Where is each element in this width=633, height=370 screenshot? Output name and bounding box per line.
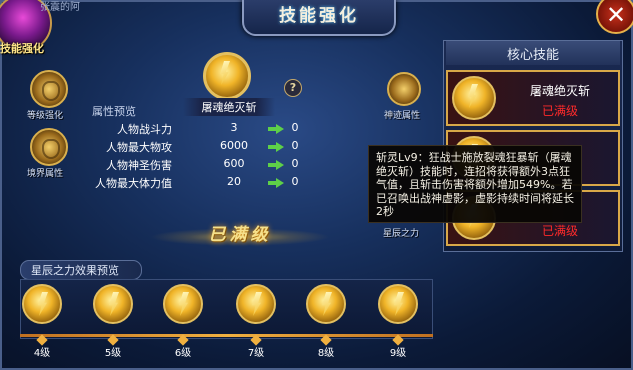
star-power-header: 星辰之力效果预览 bbox=[20, 260, 142, 280]
star-skill-icon[interactable] bbox=[378, 284, 418, 324]
core-skill-icon bbox=[452, 76, 496, 120]
stat-next: 0 bbox=[291, 121, 299, 134]
level-enhance-label[interactable]: 等级强化 bbox=[27, 108, 63, 121]
stat-row: 人物最大体力值 20 0 bbox=[95, 175, 310, 193]
star-level-label: 9级 bbox=[389, 348, 407, 359]
divine-attr-label[interactable]: 神迹属性 bbox=[384, 108, 420, 121]
core-skill-status: 已满级 bbox=[541, 224, 578, 238]
bolt-icon bbox=[179, 292, 189, 316]
star-level-label: 4级 bbox=[33, 348, 51, 359]
core-skill-name: 屠魂绝灭斩 bbox=[529, 84, 590, 98]
window-title: 技能强化 bbox=[279, 6, 359, 26]
bolt-icon bbox=[38, 292, 48, 316]
skill-tooltip: 斩灵Lv9：狂战士施放裂魂狂暴斩（屠魂绝灭斩）技能时，连招将获得额外3点狂气值，… bbox=[368, 145, 582, 223]
main-skill-name: 屠魂绝灭斩 bbox=[183, 98, 275, 116]
star-level-label: 5级 bbox=[104, 348, 122, 359]
bolt-icon bbox=[468, 84, 478, 108]
bolt-icon bbox=[394, 292, 404, 316]
stat-row: 人物最大物攻 6000 0 bbox=[100, 139, 310, 157]
bolt-icon bbox=[109, 292, 119, 316]
stat-current: 3 bbox=[230, 121, 238, 134]
star-level-label: 8级 bbox=[317, 348, 335, 359]
stat-next: 0 bbox=[291, 157, 299, 170]
star-skill-icon[interactable] bbox=[163, 284, 203, 324]
bolt-icon bbox=[322, 292, 332, 316]
stat-next: 0 bbox=[291, 139, 299, 152]
star-level-label: 6级 bbox=[174, 348, 192, 359]
star-power-title: 星辰之力效果预览 bbox=[31, 264, 119, 277]
bolt-icon bbox=[252, 292, 262, 316]
star-skill-icon[interactable] bbox=[93, 284, 133, 324]
close-button[interactable]: ✕ bbox=[596, 0, 633, 34]
main-skill-icon bbox=[203, 52, 251, 100]
divine-attr-icon[interactable] bbox=[387, 72, 421, 106]
stat-name: 人物战斗力 bbox=[117, 123, 172, 136]
title-banner: 技能强化 bbox=[242, 0, 396, 36]
star-power-line bbox=[20, 334, 433, 337]
star-power-label[interactable]: 星辰之力 bbox=[383, 226, 419, 239]
arrow-right-icon bbox=[268, 142, 284, 152]
stat-name: 人物最大物攻 bbox=[106, 141, 172, 154]
help-icon[interactable]: ? bbox=[284, 79, 302, 97]
core-skill-status: 已满级 bbox=[541, 104, 578, 118]
maxed-label: 已满级 bbox=[208, 225, 272, 245]
arrow-right-icon bbox=[268, 124, 284, 134]
attr-preview-title: 属性预览 bbox=[92, 105, 136, 118]
bolt-icon bbox=[220, 61, 230, 85]
realm-attr-label[interactable]: 境界属性 bbox=[27, 166, 63, 179]
arrow-right-icon bbox=[268, 178, 284, 188]
arrow-right-icon bbox=[268, 160, 284, 170]
core-skill-item[interactable]: 屠魂绝灭斩 已满级 bbox=[446, 70, 620, 126]
stat-current: 20 bbox=[227, 175, 241, 188]
star-skill-icon[interactable] bbox=[306, 284, 346, 324]
core-skills-title: 核心技能 bbox=[506, 48, 559, 63]
stat-next: 0 bbox=[291, 175, 299, 188]
level-enhance-icon[interactable] bbox=[30, 70, 68, 108]
stat-current: 6000 bbox=[220, 139, 248, 152]
star-power-bar bbox=[20, 279, 433, 339]
stat-row: 人物战斗力 3 0 bbox=[100, 121, 310, 139]
star-level-label: 7级 bbox=[247, 348, 265, 359]
top-left-text: 张震的阿 bbox=[40, 2, 80, 13]
star-skill-icon[interactable] bbox=[236, 284, 276, 324]
stat-row: 人物神圣伤害 600 0 bbox=[100, 157, 310, 175]
star-skill-icon[interactable] bbox=[22, 284, 62, 324]
stat-name: 人物神圣伤害 bbox=[106, 159, 172, 172]
stat-name: 人物最大体力值 bbox=[95, 177, 172, 190]
realm-attr-icon[interactable] bbox=[30, 128, 68, 166]
emblem-label: 技能强化 bbox=[0, 42, 44, 55]
stat-current: 600 bbox=[223, 157, 245, 170]
